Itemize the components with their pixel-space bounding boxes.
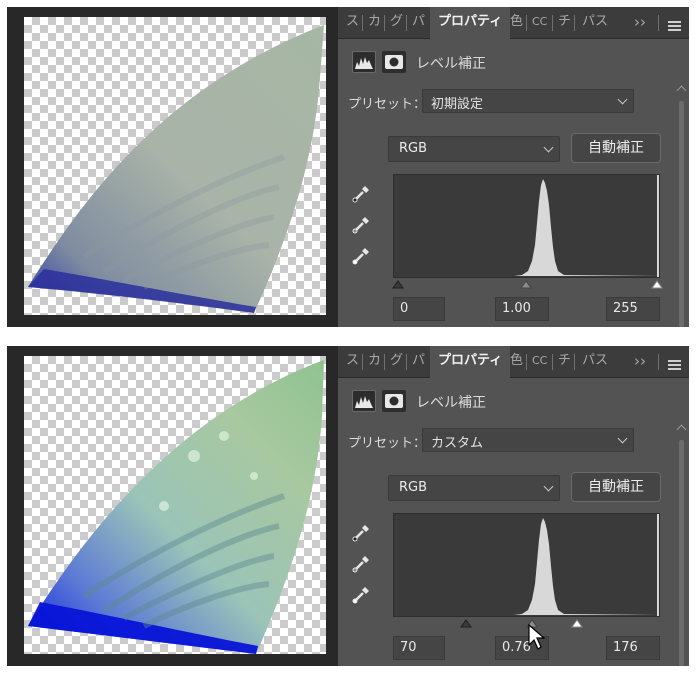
document-canvas[interactable] [7, 7, 336, 327]
channel-value: RGB [399, 141, 428, 156]
tab-divider [552, 354, 553, 370]
hamburger-menu-icon[interactable] [668, 17, 682, 31]
chevron-down-icon [543, 481, 554, 492]
tab-divider [406, 354, 407, 370]
gamma-handle[interactable] [520, 280, 532, 289]
gray-point-eyedropper-icon[interactable] [352, 553, 372, 573]
histogram-graph [394, 514, 659, 616]
tab-divider [658, 15, 659, 31]
panel-scrollbar[interactable] [676, 85, 687, 327]
tab-color-panel[interactable]: 色 [510, 346, 523, 378]
auto-button[interactable]: 自動補正 [571, 472, 661, 502]
input-black-field[interactable]: 70 [393, 636, 445, 660]
white-point-handle[interactable] [651, 280, 663, 289]
auto-button[interactable]: 自動補正 [571, 133, 661, 163]
tab-patterns[interactable]: パ [412, 346, 425, 378]
panel-scrollbar[interactable] [676, 424, 687, 666]
input-white-field[interactable]: 255 [606, 297, 660, 321]
tab-divider [362, 354, 363, 370]
histogram-display [393, 513, 660, 617]
scroll-up-icon[interactable] [676, 85, 687, 96]
tab-divider [362, 15, 363, 31]
input-white-field[interactable]: 176 [606, 636, 660, 660]
screenshot-before: ス カ グ パ プロパティ 色 CC チ パス ›› レベル補正 プリセット： … [7, 7, 689, 327]
tab-cc-libraries[interactable]: CC [532, 346, 547, 378]
panel-tab-bar: ス カ グ パ プロパティ 色 CC チ パス ›› [338, 7, 689, 40]
histogram-graph [394, 175, 659, 277]
white-point-handle[interactable] [571, 619, 583, 628]
scroll-thumb[interactable] [679, 101, 684, 327]
layer-mask-icon[interactable] [382, 390, 406, 412]
tab-gradients[interactable]: グ [390, 346, 403, 378]
tab-divider [384, 15, 385, 31]
transparency-checkerboard [24, 356, 326, 654]
mouse-pointer-icon [527, 623, 547, 651]
chevron-down-icon [617, 94, 628, 105]
tab-cc-libraries[interactable]: CC [532, 7, 547, 39]
channel-value: RGB [399, 480, 428, 495]
tab-paths[interactable]: パス [582, 346, 608, 378]
properties-panel: ス カ グ パ プロパティ 色 CC チ パス ›› レベル補正 プリセット： … [338, 7, 689, 327]
levels-histogram-icon[interactable] [352, 51, 376, 73]
properties-panel: ス カ グ パ プロパティ 色 CC チ パス ›› レベル補正 プリセット： … [338, 346, 689, 666]
chevron-down-icon [543, 142, 554, 153]
tab-divider [552, 15, 553, 31]
tab-swatches[interactable]: ス [346, 7, 359, 39]
tab-divider [406, 15, 407, 31]
adjustment-title: レベル補正 [416, 56, 486, 72]
tab-divider [526, 354, 527, 370]
tab-overflow-chevron[interactable]: ›› [634, 7, 646, 39]
tab-divider [526, 15, 527, 31]
transparency-checkerboard [24, 17, 326, 315]
tab-swatches[interactable]: ス [346, 346, 359, 378]
adjustment-title: レベル補正 [416, 395, 486, 411]
leaf-image [28, 25, 324, 313]
screenshot-after: ス カ グ パ プロパティ 色 CC チ パス ›› レベル補正 プリセット： … [7, 346, 689, 666]
preset-dropdown[interactable]: 初期設定 [422, 89, 634, 113]
tab-patterns[interactable]: パ [412, 7, 425, 39]
tab-divider [574, 15, 575, 31]
input-levels-slider[interactable] [392, 278, 663, 290]
black-point-eyedropper-icon[interactable] [352, 183, 372, 203]
white-point-eyedropper-icon[interactable] [352, 245, 372, 265]
scroll-up-icon[interactable] [676, 424, 687, 435]
leaf-image [28, 360, 324, 654]
preset-label: プリセット： [348, 436, 427, 451]
black-point-handle[interactable] [460, 619, 472, 628]
tab-divider [574, 354, 575, 370]
input-gamma-field[interactable]: 1.00 [495, 297, 549, 321]
tab-paths[interactable]: パス [582, 7, 608, 39]
histogram-display [393, 174, 660, 278]
document-canvas[interactable] [7, 346, 336, 666]
input-black-field[interactable]: 0 [393, 297, 445, 321]
tab-overflow-chevron[interactable]: ›› [634, 346, 646, 378]
black-point-eyedropper-icon[interactable] [352, 522, 372, 542]
panel-tab-bar: ス カ グ パ プロパティ 色 CC チ パス ›› [338, 346, 689, 379]
tab-gradients[interactable]: グ [390, 7, 403, 39]
chevron-down-icon [617, 433, 628, 444]
tab-divider [658, 354, 659, 370]
hamburger-menu-icon[interactable] [668, 356, 682, 370]
channel-dropdown[interactable]: RGB [388, 475, 560, 501]
black-point-handle[interactable] [392, 280, 404, 289]
preset-value: カスタム [431, 436, 484, 451]
tab-color[interactable]: カ [368, 7, 381, 39]
tab-properties[interactable]: プロパティ [430, 7, 511, 40]
layer-mask-icon[interactable] [382, 51, 406, 73]
tab-channels[interactable]: チ [558, 346, 571, 378]
tab-properties[interactable]: プロパティ [430, 346, 511, 379]
tab-channels[interactable]: チ [558, 7, 571, 39]
tab-color[interactable]: カ [368, 346, 381, 378]
preset-value: 初期設定 [431, 97, 484, 112]
gray-point-eyedropper-icon[interactable] [352, 214, 372, 234]
levels-histogram-icon[interactable] [352, 390, 376, 412]
white-point-eyedropper-icon[interactable] [352, 584, 372, 604]
preset-dropdown[interactable]: カスタム [422, 428, 634, 452]
tab-divider [384, 354, 385, 370]
tab-color-panel[interactable]: 色 [510, 7, 523, 39]
preset-label: プリセット： [348, 97, 427, 112]
channel-dropdown[interactable]: RGB [388, 136, 560, 162]
scroll-thumb[interactable] [679, 440, 684, 666]
